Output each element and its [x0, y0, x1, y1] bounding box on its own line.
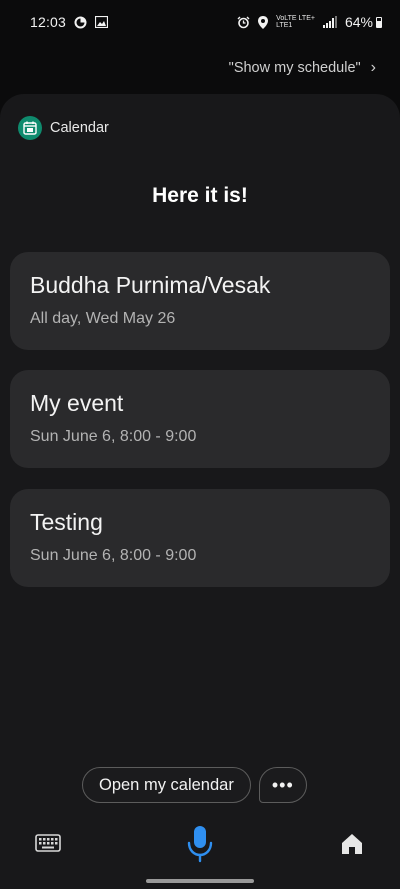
battery-icon [376, 16, 382, 28]
battery-percent: 64% [344, 14, 373, 30]
status-bar: 12:03 VoLTE LTE+ LTE1 64% [0, 0, 400, 44]
event-date: All day, Wed May 26 [30, 310, 176, 327]
event-date: Sun June 6, 8:00 - 9:00 [30, 428, 197, 445]
keyboard-icon[interactable] [34, 832, 62, 854]
status-right: VoLTE LTE+ LTE1 64% [237, 14, 382, 30]
bottom-nav [0, 820, 400, 870]
mic-icon[interactable] [184, 824, 216, 864]
location-icon [258, 15, 269, 29]
app-header: Calendar [18, 116, 109, 140]
network-line-2: LTE1 [276, 22, 293, 29]
home-icon[interactable] [340, 832, 364, 856]
home-indicator[interactable] [146, 879, 254, 883]
more-options-button[interactable]: ••• [258, 767, 307, 803]
alarm-icon [237, 16, 250, 29]
suggestion-chip[interactable]: "Show my schedule" › [229, 56, 376, 80]
network-line-1: VoLTE LTE+ [276, 15, 315, 22]
event-title: Buddha Purnima/Vesak [30, 272, 271, 298]
app-name: Calendar [50, 120, 109, 136]
event-card[interactable]: Testing Sun June 6, 8:00 - 9:00 [10, 489, 390, 587]
event-card[interactable]: My event Sun June 6, 8:00 - 9:00 [10, 370, 390, 468]
sync-icon [74, 16, 87, 29]
event-date: Sun June 6, 8:00 - 9:00 [30, 547, 197, 564]
signal-icon [322, 16, 337, 28]
result-title: Here it is! [152, 184, 248, 207]
chevron-right-icon: › [370, 59, 376, 76]
status-time: 12:03 [30, 14, 67, 30]
event-card[interactable]: Buddha Purnima/Vesak All day, Wed May 26 [10, 252, 390, 350]
suggestion-text: "Show my schedule" [228, 60, 361, 76]
open-calendar-button[interactable]: Open my calendar [82, 767, 251, 803]
network-label: VoLTE LTE+ LTE1 [276, 15, 315, 29]
bottom-actions: Open my calendar ••• [82, 767, 307, 803]
battery-status: 64% [345, 14, 382, 30]
event-title: Testing [30, 509, 103, 535]
calendar-app-icon [18, 116, 42, 140]
image-icon [95, 16, 109, 28]
event-title: My event [30, 390, 124, 416]
status-left: 12:03 [30, 14, 109, 30]
